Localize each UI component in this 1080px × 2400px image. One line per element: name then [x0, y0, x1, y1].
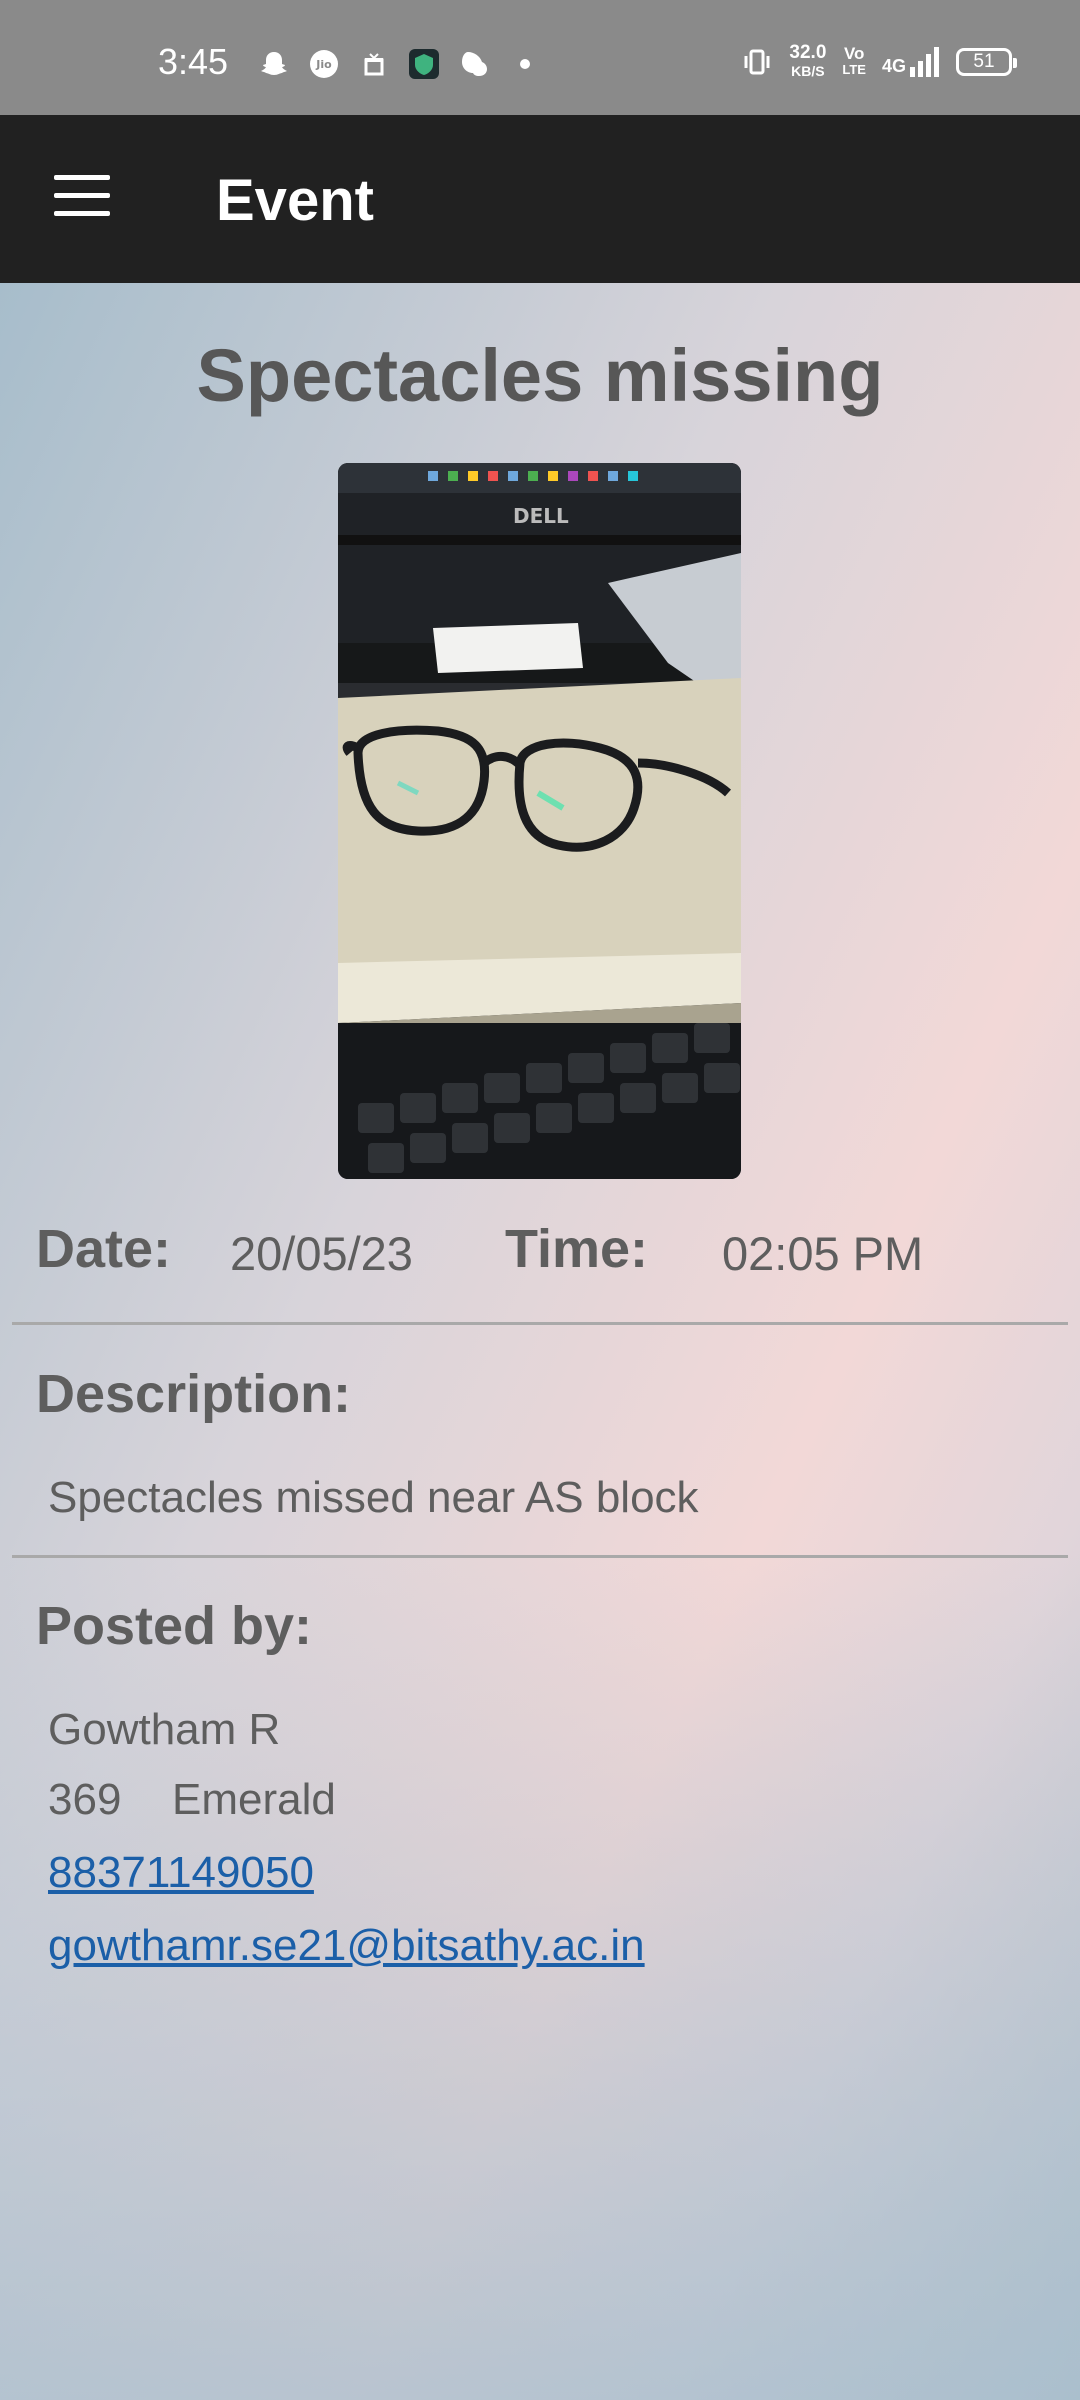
shield-app-icon	[408, 48, 440, 80]
svg-text:Jio: Jio	[315, 58, 332, 71]
description-text: Spectacles missed near AS block	[48, 1473, 699, 1522]
spectacles-photo: DELL	[338, 463, 741, 1179]
signal-icon: 4G	[882, 47, 940, 77]
volte-indicator: Vo LTE	[842, 44, 866, 77]
status-time: 3:45	[158, 41, 229, 82]
snapchat-icon	[258, 48, 290, 80]
svg-text:DELL: DELL	[513, 504, 569, 528]
vibrate-icon	[741, 46, 773, 78]
posted-by-label: Posted by:	[36, 1596, 313, 1656]
battery-icon: 51	[956, 48, 1017, 76]
time-value: 02:05 PM	[722, 1227, 924, 1280]
poster-block: Emerald	[172, 1775, 336, 1824]
chat-icon	[458, 48, 490, 80]
app-bar: Event	[0, 115, 1080, 283]
dot-icon	[520, 59, 530, 69]
poster-room: 369	[48, 1775, 122, 1824]
gift-icon	[358, 48, 390, 80]
event-title: Spectacles missing	[196, 334, 884, 417]
date-value: 20/05/23	[230, 1227, 413, 1280]
event-photo[interactable]: DELL	[338, 463, 741, 1179]
network-speed: 32.0 KB/S	[789, 42, 827, 79]
divider	[12, 1322, 1068, 1325]
divider	[12, 1555, 1068, 1558]
jio-icon: Jio	[308, 48, 340, 80]
page-title: Event	[216, 168, 374, 233]
time-label: Time:	[505, 1219, 649, 1279]
notification-icons: Jio	[258, 48, 530, 80]
event-details: Spectacles missing DELL Date: 20/05/23 T…	[0, 283, 1080, 2400]
description-label: Description:	[36, 1364, 352, 1424]
status-bar: 3:45 Jio 32.0 KB/S Vo LTE 4G 51	[0, 0, 1080, 115]
date-label: Date:	[36, 1219, 172, 1279]
hamburger-menu-icon[interactable]	[50, 171, 116, 227]
poster-phone-link[interactable]: 88371149050	[48, 1848, 314, 1898]
poster-email-link[interactable]: gowthamr.se21@bitsathy.ac.in	[48, 1921, 645, 1971]
system-icons: 32.0 KB/S Vo LTE 4G 51	[741, 42, 1017, 80]
poster-name: Gowtham R	[48, 1705, 281, 1754]
date-time-row: Date: 20/05/23 Time: 02:05 PM	[0, 1218, 1080, 1288]
